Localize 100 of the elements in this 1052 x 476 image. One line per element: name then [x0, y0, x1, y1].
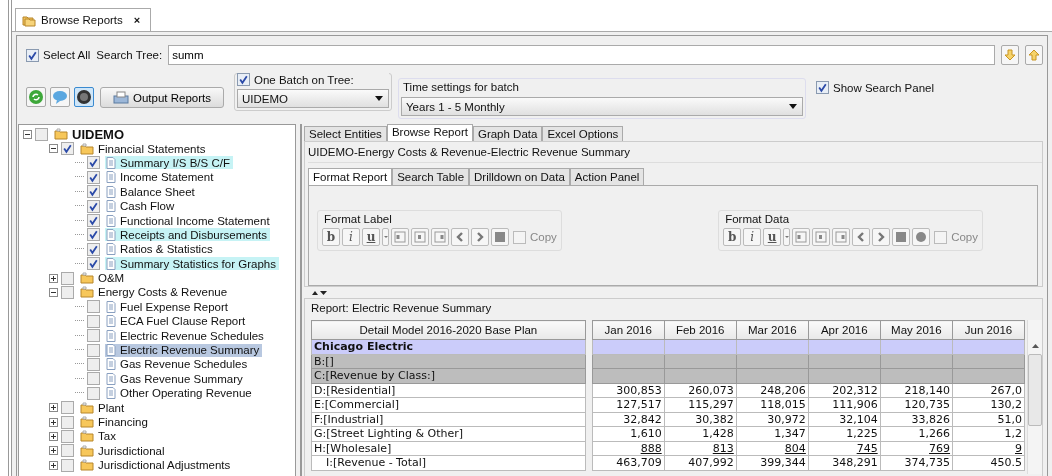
- tree-item[interactable]: UIDEMO: [53, 127, 127, 141]
- recycle-button[interactable]: [26, 87, 46, 107]
- tree-checkbox[interactable]: [61, 415, 74, 429]
- panel-tab[interactable]: Browse Report: [386, 124, 473, 141]
- column-header[interactable]: Jan 2016: [592, 320, 665, 340]
- column-header[interactable]: Jun 2016: [952, 320, 1025, 340]
- document-tab[interactable]: Browse Reports ×: [15, 8, 152, 31]
- column-header[interactable]: Feb 2016: [664, 320, 737, 340]
- tree-item[interactable]: Jurisdictional Adjustments: [79, 458, 234, 472]
- tree-item[interactable]: Other Operating Revenue: [105, 386, 255, 400]
- tree-checkbox[interactable]: [87, 199, 100, 213]
- tree-checkbox[interactable]: [87, 257, 100, 271]
- splitter-arrows-icon[interactable]: [312, 290, 328, 296]
- format-tab[interactable]: Action Panel: [569, 168, 645, 185]
- tree-checkbox[interactable]: [87, 386, 100, 400]
- tree-item[interactable]: Fuel Expense Report: [105, 300, 232, 314]
- tree-checkbox[interactable]: [87, 329, 100, 343]
- show-search-panel-checkbox[interactable]: Show Search Panel: [816, 81, 934, 94]
- collapse-icon[interactable]: [49, 288, 58, 297]
- tree-checkbox[interactable]: [87, 242, 100, 256]
- tree-checkbox[interactable]: [87, 170, 100, 184]
- column-header[interactable]: Detail Model 2016-2020 Base Plan: [311, 320, 586, 340]
- tree-item[interactable]: Plant: [79, 401, 128, 415]
- next-match-button[interactable]: [1001, 45, 1019, 65]
- tree-checkbox[interactable]: [87, 300, 100, 314]
- collapse-icon[interactable]: [23, 129, 32, 139]
- next-button[interactable]: [471, 228, 489, 246]
- format-button[interactable]: u: [362, 228, 380, 246]
- align-right-button[interactable]: [431, 228, 449, 246]
- tree-item[interactable]: Gas Revenue Summary: [105, 372, 246, 386]
- tree-checkbox[interactable]: [61, 271, 74, 285]
- column-header[interactable]: May 2016: [880, 320, 953, 340]
- tree-item[interactable]: Income Statement: [105, 170, 217, 184]
- tree-item[interactable]: Financing: [79, 415, 151, 429]
- expand-icon[interactable]: [49, 403, 58, 413]
- format-button[interactable]: i: [743, 228, 762, 246]
- panel-tab[interactable]: Graph Data: [472, 126, 543, 141]
- align-left-button[interactable]: [792, 228, 811, 246]
- format-button[interactable]: b: [322, 228, 340, 246]
- search-field[interactable]: summ: [168, 45, 995, 65]
- tree-checkbox[interactable]: [35, 127, 48, 141]
- tree-item[interactable]: Summary Statistics for Graphs: [105, 257, 279, 271]
- select-all-checkbox[interactable]: Select All: [26, 48, 91, 62]
- format-button[interactable]: i: [342, 228, 360, 246]
- tree-checkbox[interactable]: [61, 401, 74, 415]
- collapse-icon[interactable]: [49, 144, 58, 154]
- dropdown-caret-button[interactable]: [382, 228, 389, 246]
- column-header[interactable]: Mar 2016: [736, 320, 809, 340]
- tree-checkbox[interactable]: [87, 214, 100, 228]
- next-button[interactable]: [872, 228, 891, 246]
- tree-checkbox[interactable]: [87, 372, 100, 386]
- dropdown-caret-button[interactable]: [783, 228, 791, 246]
- column-header[interactable]: Apr 2016: [808, 320, 881, 340]
- align-center-button[interactable]: [411, 228, 429, 246]
- align-left-button[interactable]: [391, 228, 409, 246]
- tree-item[interactable]: Energy Costs & Revenue: [79, 286, 231, 299]
- format-tab[interactable]: Drilldown on Data: [469, 168, 570, 185]
- tree-checkbox[interactable]: [87, 357, 100, 371]
- tree-checkbox[interactable]: [61, 142, 74, 156]
- tree-checkbox[interactable]: [87, 185, 100, 199]
- previous-button[interactable]: [852, 228, 871, 246]
- panel-tab[interactable]: Excel Options: [542, 126, 624, 141]
- tree-checkbox[interactable]: [87, 156, 100, 170]
- tree-item[interactable]: Ratios & Statistics: [105, 242, 216, 256]
- format-tab[interactable]: Search Table: [392, 168, 470, 185]
- vertical-scrollbar[interactable]: [1027, 320, 1042, 474]
- expand-icon[interactable]: [49, 431, 58, 441]
- fill-color-button[interactable]: [892, 228, 911, 246]
- tree-checkbox[interactable]: [87, 343, 100, 357]
- tree-item[interactable]: Balance Sheet: [105, 185, 198, 199]
- previous-match-button[interactable]: [1025, 45, 1043, 65]
- expand-icon[interactable]: [49, 446, 58, 456]
- tree-checkbox[interactable]: [87, 228, 100, 242]
- tree-checkbox[interactable]: [61, 458, 74, 472]
- close-button[interactable]: ×: [133, 14, 141, 26]
- tree-item[interactable]: O&M: [79, 271, 128, 285]
- tree-item[interactable]: Cash Flow: [105, 199, 178, 213]
- tree-item[interactable]: Summary I/S B/S C/F: [105, 156, 233, 170]
- tree-dropdown[interactable]: UIDEMO: [237, 89, 389, 108]
- tree-item[interactable]: Tax: [79, 429, 119, 443]
- tree-item[interactable]: Electric Revenue Schedules: [105, 329, 267, 343]
- tree-item[interactable]: Electric Revenue Summary: [105, 343, 263, 357]
- circle-button[interactable]: [912, 228, 931, 246]
- fill-color-button[interactable]: [491, 228, 509, 246]
- tree-checkbox[interactable]: [61, 429, 74, 443]
- panel-tab[interactable]: Select Entities: [304, 126, 387, 141]
- tree-checkbox[interactable]: [61, 444, 74, 458]
- expand-icon[interactable]: [49, 460, 58, 470]
- tree-checkbox[interactable]: [61, 286, 74, 299]
- tree-item[interactable]: Functional Income Statement: [105, 214, 273, 228]
- one-batch-checkbox[interactable]: One Batch on Tree:: [237, 73, 389, 86]
- tree-item[interactable]: ECA Fuel Clause Report: [105, 314, 249, 328]
- format-button[interactable]: u: [763, 228, 782, 246]
- format-tab[interactable]: Format Report: [308, 168, 393, 185]
- tree-item[interactable]: Financial Statements: [79, 142, 209, 156]
- tree-item[interactable]: Gas Revenue Schedules: [105, 357, 251, 371]
- previous-button[interactable]: [451, 228, 469, 246]
- tree-checkbox[interactable]: [87, 314, 100, 328]
- align-center-button[interactable]: [812, 228, 831, 246]
- expand-icon[interactable]: [49, 417, 58, 427]
